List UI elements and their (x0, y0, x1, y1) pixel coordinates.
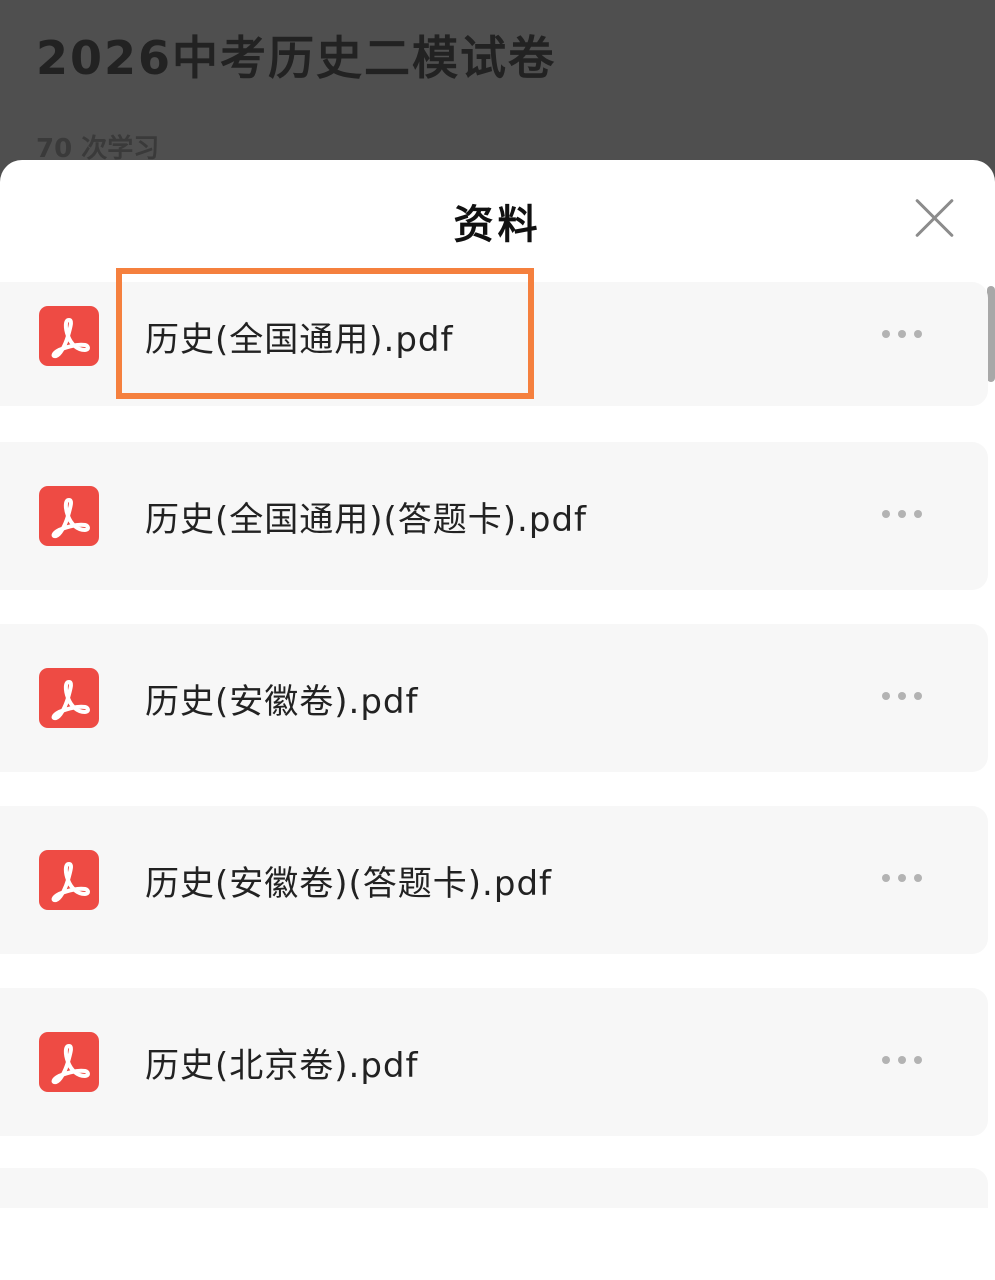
more-icon[interactable] (876, 858, 928, 898)
file-item[interactable]: 历史(北京卷).pdf (0, 988, 988, 1136)
more-icon[interactable] (876, 494, 928, 534)
file-item-partial (0, 1168, 988, 1208)
pdf-icon (39, 668, 99, 728)
file-name: 历史(北京卷).pdf (145, 1046, 419, 1086)
materials-sheet: 资料 历史(全国通用).pdf 历史(全国通用)(答题卡).pdf 历史(安徽卷… (0, 160, 995, 1280)
file-item[interactable]: 历史(安徽卷)(答题卡).pdf (0, 806, 988, 954)
more-icon[interactable] (876, 1040, 928, 1080)
file-name: 历史(全国通用).pdf (145, 320, 454, 360)
file-item[interactable]: 历史(全国通用)(答题卡).pdf (0, 442, 988, 590)
scrollbar[interactable] (987, 286, 995, 382)
pdf-icon (39, 486, 99, 546)
more-icon[interactable] (876, 314, 928, 354)
file-name: 历史(安徽卷).pdf (145, 682, 419, 722)
file-name: 历史(安徽卷)(答题卡).pdf (145, 864, 552, 904)
pdf-icon (39, 306, 99, 366)
close-icon[interactable] (908, 192, 960, 244)
sheet-title: 资料 (453, 202, 542, 248)
file-item[interactable]: 历史(安徽卷).pdf (0, 624, 988, 772)
page-title: 2026中考历史二模试卷 (36, 31, 557, 85)
file-item[interactable]: 历史(全国通用).pdf (0, 282, 988, 406)
more-icon[interactable] (876, 676, 928, 716)
file-name: 历史(全国通用)(答题卡).pdf (145, 500, 587, 540)
pdf-icon (39, 1032, 99, 1092)
pdf-icon (39, 850, 99, 910)
